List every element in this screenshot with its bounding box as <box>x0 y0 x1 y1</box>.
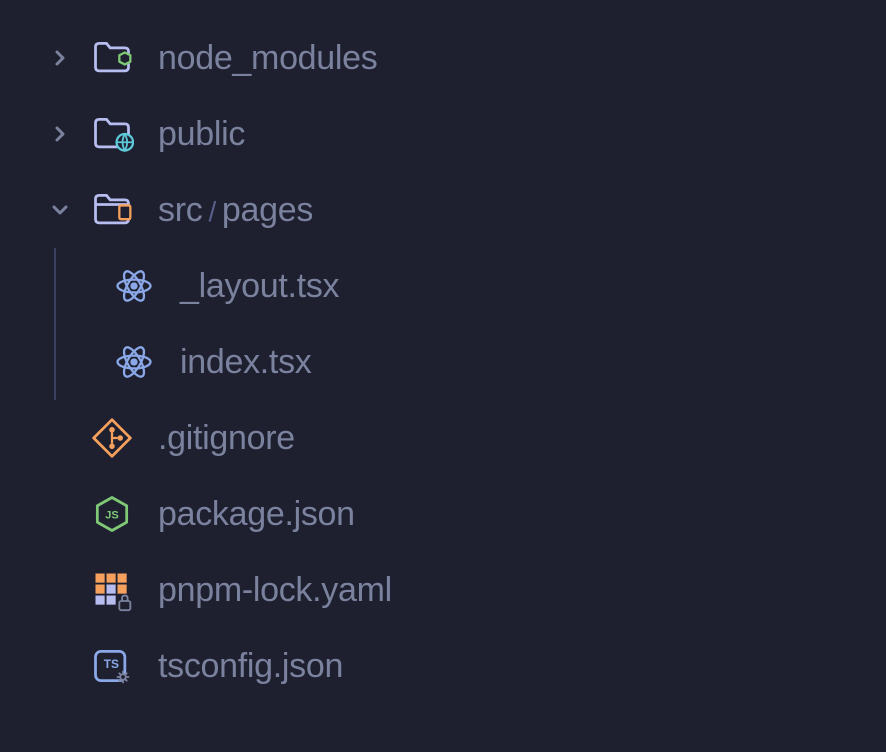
tree-label: tsconfig.json <box>158 647 343 686</box>
folder-public-icon <box>84 112 140 156</box>
react-tsx-icon <box>106 264 162 308</box>
tree-item-index-tsx[interactable]: index.tsx <box>54 324 886 400</box>
tree-label: index.tsx <box>180 343 311 382</box>
tree-item-node-modules[interactable]: node_modules <box>0 20 886 96</box>
tree-label: public <box>158 115 245 154</box>
tree-item-src-pages[interactable]: src/pages <box>0 172 886 248</box>
tsconfig-icon: TS <box>84 644 140 688</box>
path-segment: src <box>158 191 202 229</box>
tree-label: pnpm-lock.yaml <box>158 571 392 610</box>
react-tsx-icon <box>106 340 162 384</box>
svg-text:JS: JS <box>105 510 118 522</box>
chevron-right-icon <box>48 46 72 70</box>
tree-item-layout-tsx[interactable]: _layout.tsx <box>54 248 886 324</box>
tree-item-gitignore[interactable]: .gitignore <box>0 400 886 476</box>
folder-node-icon <box>84 36 140 80</box>
folder-src-icon <box>84 188 140 232</box>
chevron-area <box>36 198 84 222</box>
tree-item-pnpm-lock[interactable]: pnpm-lock.yaml <box>0 552 886 628</box>
tree-label: node_modules <box>158 39 377 78</box>
pnpm-lock-icon <box>84 568 140 612</box>
path-segment: pages <box>222 191 313 229</box>
chevron-right-icon <box>48 122 72 146</box>
tree-item-public[interactable]: public <box>0 96 886 172</box>
tree-item-package-json[interactable]: JS package.json <box>0 476 886 552</box>
svg-text:TS: TS <box>104 657 119 671</box>
path-separator: / <box>208 196 215 227</box>
chevron-down-icon <box>48 198 72 222</box>
nodejs-icon: JS <box>84 492 140 536</box>
tree-label: package.json <box>158 495 355 534</box>
tree-label: _layout.tsx <box>180 267 339 306</box>
tree-label: src/pages <box>158 191 313 230</box>
chevron-area <box>36 122 84 146</box>
tree-item-tsconfig[interactable]: TS tsconfig.json <box>0 628 886 704</box>
git-icon <box>84 416 140 460</box>
tree-label: .gitignore <box>158 419 295 458</box>
chevron-area <box>36 46 84 70</box>
